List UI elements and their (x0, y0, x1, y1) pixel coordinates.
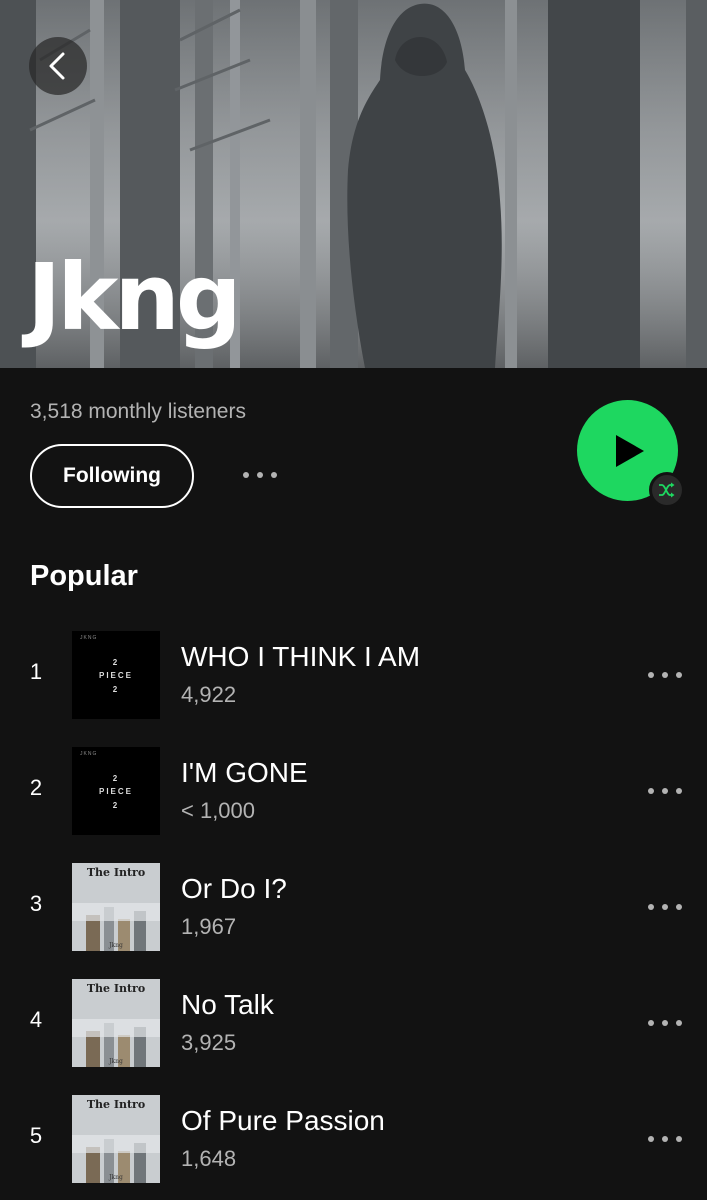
shuffle-button[interactable] (649, 472, 685, 508)
album-cover: The Intro Jkng (72, 863, 160, 951)
more-horizontal-icon (243, 472, 277, 478)
more-horizontal-icon (648, 904, 682, 910)
album-cover: JKNG 2 PIECE 2 (72, 747, 160, 835)
cover-artist: Jkng (109, 942, 123, 949)
cover-title: The Intro (86, 982, 146, 995)
track-title: I'M GONE (181, 757, 308, 788)
cover-tag: JKNG (80, 751, 98, 757)
track-play-count: 3,925 (181, 1030, 237, 1055)
track-row[interactable]: 1 JKNG 2 PIECE 2 WHO I THINK I AM 4,922 (0, 631, 707, 721)
back-button[interactable] (29, 37, 87, 95)
track-number: 4 (29, 1007, 43, 1032)
track-play-count: < 1,000 (181, 798, 256, 823)
popular-section-title: Popular (30, 560, 138, 592)
more-horizontal-icon (648, 788, 682, 794)
cover-line: 2 (112, 685, 120, 694)
track-row[interactable]: 4 The Intro Jkng No Talk 3,925 (0, 979, 707, 1069)
track-number: 2 (29, 775, 43, 800)
shuffle-icon (659, 482, 675, 498)
cover-artist: Jkng (109, 1058, 123, 1065)
more-horizontal-icon (648, 1020, 682, 1026)
cover-line: 2 (112, 658, 120, 667)
track-title: Or Do I? (181, 873, 287, 904)
following-button[interactable]: Following (30, 444, 194, 508)
track-title: WHO I THINK I AM (181, 641, 421, 672)
track-number: 3 (29, 891, 43, 916)
album-cover: JKNG 2 PIECE 2 (72, 631, 160, 719)
track-title: No Talk (181, 989, 274, 1020)
cover-title: The Intro (86, 866, 146, 879)
cover-title: The Intro (86, 1098, 146, 1111)
album-cover: The Intro Jkng (72, 1095, 160, 1183)
more-options-button[interactable] (240, 463, 280, 487)
track-more-button[interactable] (645, 779, 685, 803)
cover-line: PIECE (98, 671, 133, 680)
monthly-listeners: 3,518 monthly listeners (30, 400, 246, 423)
track-play-count: 1,648 (181, 1146, 237, 1171)
chevron-left-icon (49, 52, 65, 80)
track-more-button[interactable] (645, 1011, 685, 1035)
more-horizontal-icon (648, 672, 682, 678)
track-play-count: 1,967 (181, 914, 237, 939)
track-number: 5 (29, 1123, 43, 1148)
artist-name: Jkng (27, 244, 242, 351)
cover-artist: Jkng (109, 1174, 123, 1181)
cover-tag: JKNG (80, 635, 98, 641)
cover-line: PIECE (98, 787, 133, 796)
track-title: Of Pure Passion (181, 1105, 385, 1136)
more-horizontal-icon (648, 1136, 682, 1142)
album-cover: The Intro Jkng (72, 979, 160, 1067)
track-more-button[interactable] (645, 663, 685, 687)
track-more-button[interactable] (645, 1127, 685, 1151)
track-row[interactable]: 2 JKNG 2 PIECE 2 I'M GONE < 1,000 (0, 747, 707, 837)
track-more-button[interactable] (645, 895, 685, 919)
artist-header-image: Jkng (0, 0, 707, 368)
cover-line: 2 (112, 774, 120, 783)
track-row[interactable]: 5 The Intro Jkng Of Pure Passion 1,648 (0, 1095, 707, 1185)
cover-line: 2 (112, 801, 120, 810)
track-play-count: 4,922 (181, 682, 237, 707)
track-number: 1 (29, 659, 43, 684)
play-icon (615, 434, 644, 467)
track-row[interactable]: 3 The Intro Jkng Or Do I? 1,967 (0, 863, 707, 953)
